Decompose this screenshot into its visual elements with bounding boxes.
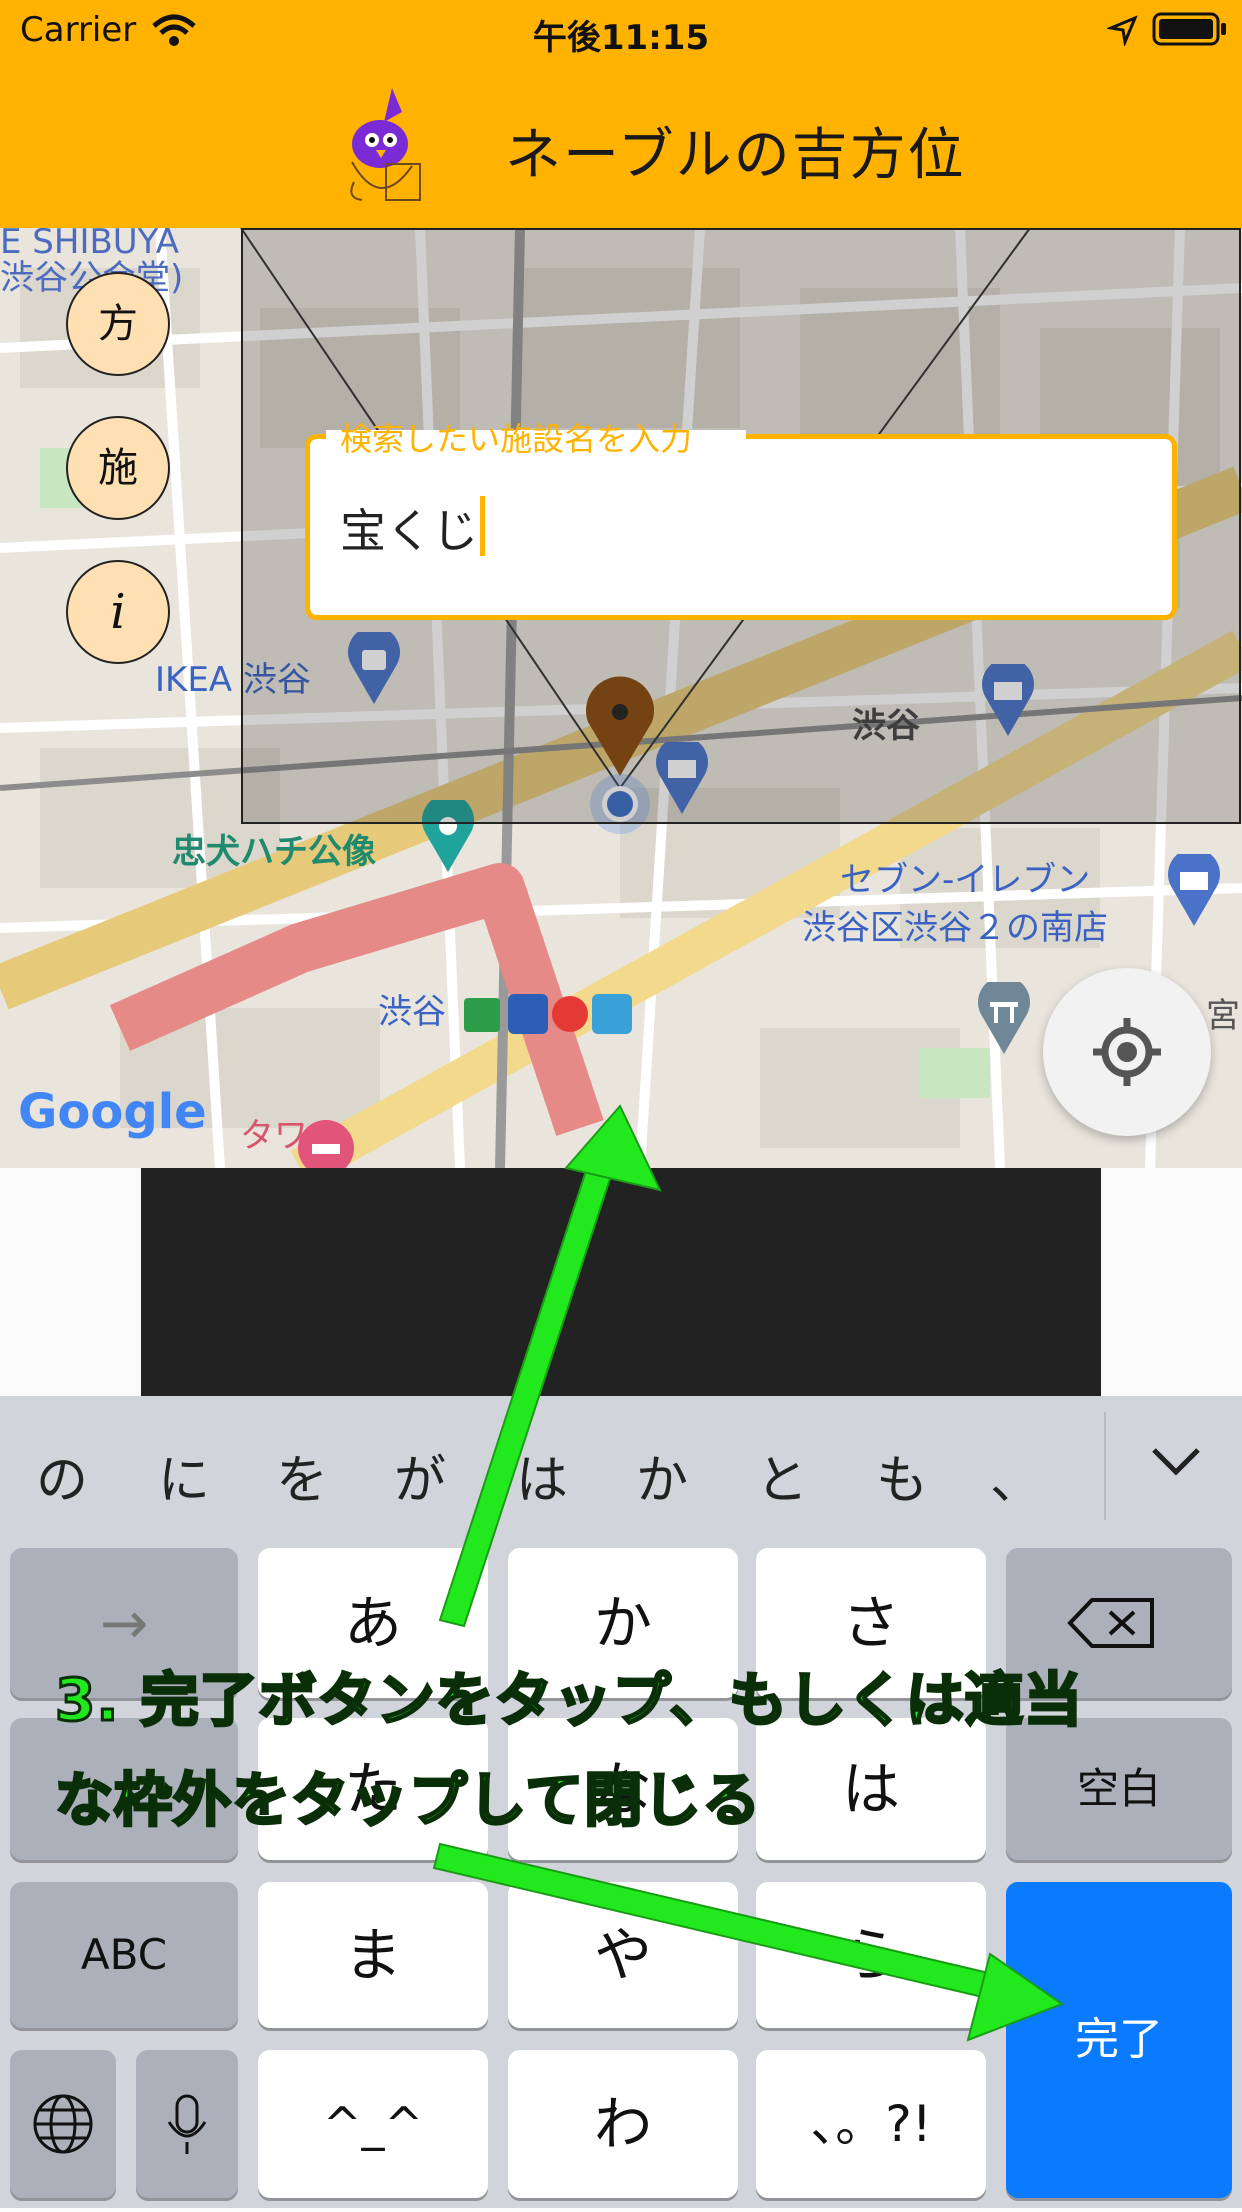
tutorial-caption-line1: 3. 完了ボタンをタップ、もしくは適当	[54, 1665, 1084, 1736]
tutorial-caption: 3. 完了ボタンをタップ、もしくは適当 な枠外をタップして閉じる	[54, 1650, 1084, 1850]
tutorial-arrows	[432, 1104, 1065, 2042]
tutorial-caption-line2: な枠外をタップして閉じる	[54, 1765, 762, 1836]
